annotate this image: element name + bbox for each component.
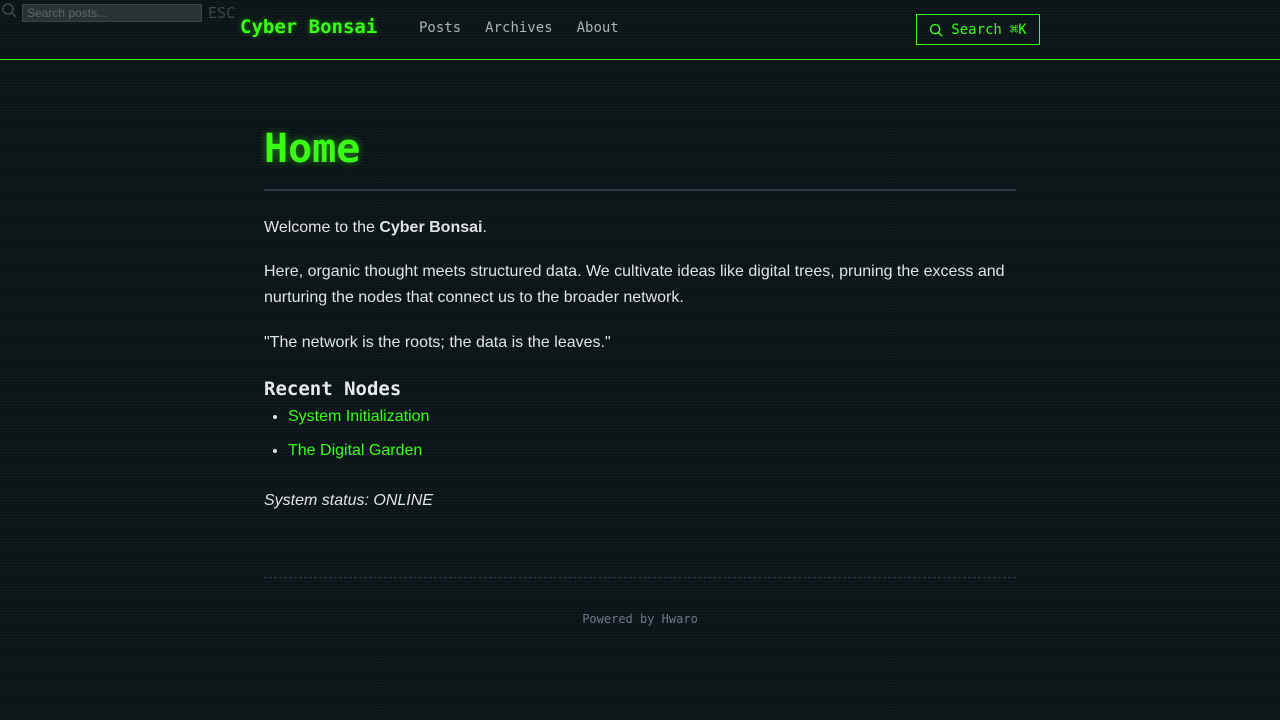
search-icon [930, 23, 943, 37]
search-button-label: Search [951, 21, 1002, 38]
system-status: System status: ONLINE [264, 492, 433, 509]
intro-suffix: . [482, 219, 487, 236]
page-title: Home [264, 126, 361, 172]
intro-prefix: Welcome to the [264, 219, 380, 236]
description-paragraph: Here, organic thought meets structured d… [264, 263, 1005, 306]
site-footer: Powered by Hwaro [0, 612, 1280, 626]
recent-nodes-list: System Initialization The Digital Garden [264, 404, 429, 472]
intro-paragraph: Welcome to the Cyber Bonsai. [264, 215, 1016, 241]
site-brand-link[interactable]: Cyber Bonsai [240, 16, 377, 38]
quote-paragraph: "The network is the roots; the data is t… [264, 334, 611, 351]
nav-posts[interactable]: Posts [419, 20, 461, 36]
recent-node-link[interactable]: The Digital Garden [288, 442, 422, 459]
footer-divider [264, 577, 1016, 578]
search-shortcut: ⌘K [1009, 21, 1027, 38]
nav-archives[interactable]: Archives [485, 20, 552, 36]
title-divider [264, 189, 1016, 191]
site-header: Cyber Bonsai Posts Archives About Search… [0, 0, 1280, 60]
nav-about[interactable]: About [577, 20, 619, 36]
recent-nodes-heading: Recent Nodes [264, 378, 402, 400]
list-item: The Digital Garden [288, 438, 429, 472]
footer-text: Powered by Hwaro [582, 612, 698, 626]
main-nav: Posts Archives About [419, 20, 619, 36]
list-item: System Initialization [288, 404, 429, 438]
recent-node-link[interactable]: System Initialization [288, 408, 429, 425]
search-button[interactable]: Search ⌘K [916, 14, 1040, 45]
intro-bold-site-name: Cyber Bonsai [379, 219, 483, 236]
